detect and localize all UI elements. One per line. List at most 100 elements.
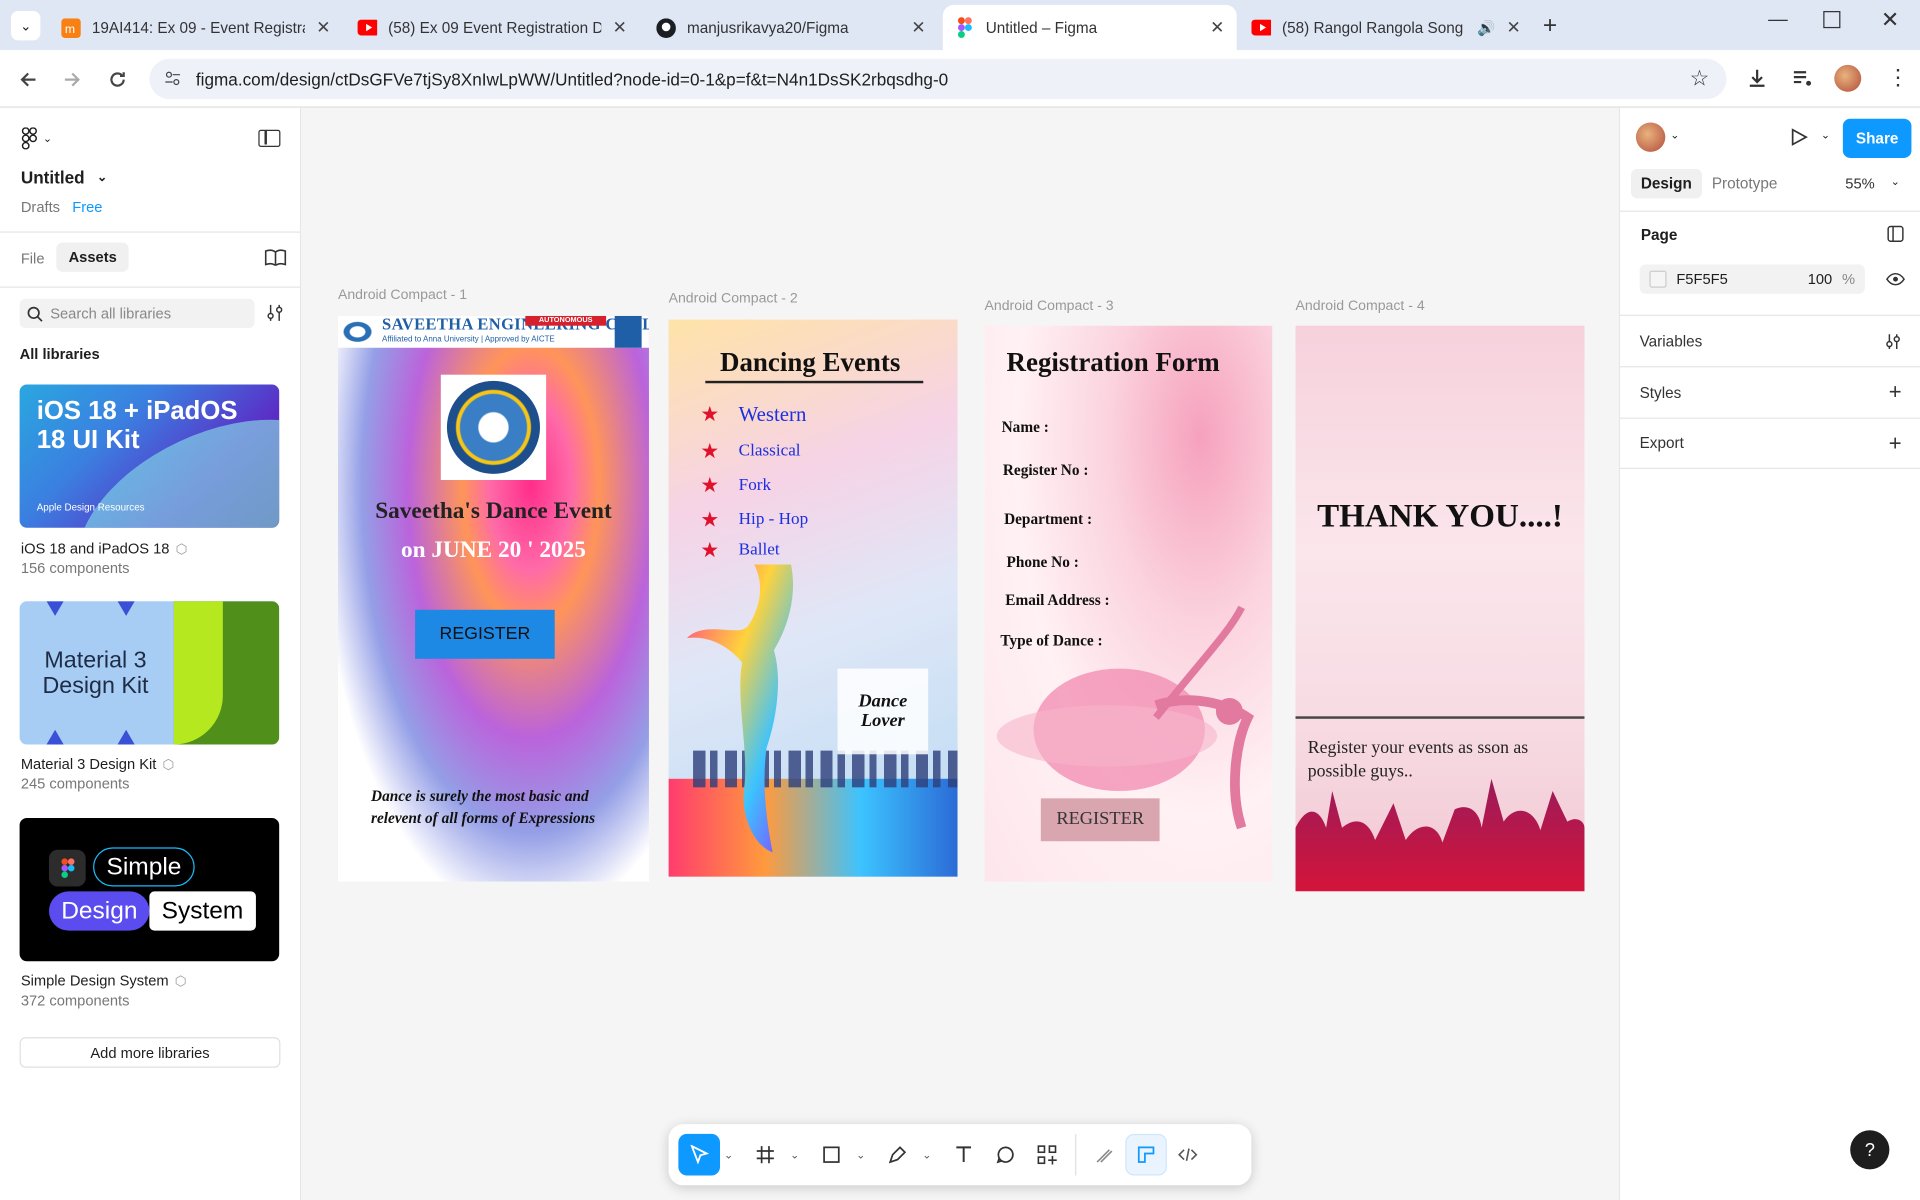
comment-tool-icon[interactable]: [984, 1134, 1026, 1176]
site-info-icon[interactable]: [164, 70, 181, 91]
close-tab-icon[interactable]: ✕: [613, 17, 627, 38]
restore-icon[interactable]: [1823, 11, 1841, 29]
main-menu-button[interactable]: ⌄: [21, 127, 52, 150]
youtube-icon: [1251, 18, 1272, 38]
page-settings-icon[interactable]: [1887, 225, 1904, 248]
svg-text:m: m: [65, 21, 75, 35]
present-play-icon[interactable]: [1789, 127, 1809, 153]
bookmark-star-icon[interactable]: ☆: [1690, 66, 1710, 92]
more-menu-icon[interactable]: ⋮: [1887, 65, 1909, 91]
user-avatar[interactable]: [1635, 122, 1666, 152]
add-export-icon[interactable]: +: [1889, 430, 1902, 456]
chevron-down-icon[interactable]: ⌄: [1891, 175, 1900, 188]
close-tab-icon[interactable]: ✕: [911, 17, 925, 38]
close-tab-icon[interactable]: ✕: [316, 17, 330, 38]
reload-icon[interactable]: [104, 66, 131, 93]
browser-tab[interactable]: (58) Rangol Rangola Song ( 🔊 ✕: [1239, 5, 1533, 50]
speaker-icon[interactable]: 🔊: [1477, 19, 1495, 36]
library-book-icon[interactable]: [264, 249, 287, 272]
help-button[interactable]: ?: [1850, 1130, 1890, 1170]
url-text: figma.com/design/ctDsGFVe7tjSy8XnIwLpWW/…: [195, 69, 949, 89]
page-color-value[interactable]: F5F5F5: [1676, 271, 1798, 288]
tab-file[interactable]: File: [21, 250, 45, 267]
draw-mode-icon[interactable]: [1084, 1134, 1126, 1176]
library-search-input[interactable]: Search all libraries: [19, 298, 255, 329]
browser-tab[interactable]: (58) Ex 09 Event Registration De ✕: [345, 5, 639, 50]
tab-search-icon[interactable]: ⌄: [11, 11, 41, 41]
browser-tab[interactable]: m 19AI414: Ex 09 - Event Registrat ✕: [49, 5, 343, 50]
page-opacity-value[interactable]: 100: [1808, 271, 1833, 288]
frame-android-compact-1[interactable]: SAVEETHA ENGINEERING COLLEGE AUTONOMOUS …: [337, 315, 649, 882]
frame-android-compact-4[interactable]: THANK YOU....! Register your events as s…: [1295, 325, 1585, 892]
frame-label[interactable]: Android Compact - 1: [338, 288, 467, 303]
library-component-icon: ⬡: [175, 541, 188, 557]
share-button[interactable]: Share: [1842, 118, 1912, 158]
page-color-field[interactable]: F5F5F5 100 %: [1639, 264, 1865, 294]
library-thumb-material[interactable]: Material 3 Design Kit: [19, 601, 280, 745]
autonomous-badge: AUTONOMOUS: [525, 315, 607, 326]
variables-section[interactable]: Variables: [1620, 314, 1920, 366]
chevron-down-icon[interactable]: ⌄: [1821, 129, 1830, 142]
heading-underline: [705, 380, 924, 383]
url-bar[interactable]: figma.com/design/ctDsGFVe7tjSy8XnIwLpWW/…: [149, 58, 1727, 100]
sidebar-toggle-icon[interactable]: [258, 129, 281, 147]
close-tab-icon[interactable]: ✕: [1506, 17, 1520, 38]
plan-badge[interactable]: Free: [72, 198, 102, 215]
library-name[interactable]: Material 3 Design Kit ⬡: [21, 756, 174, 773]
chevron-down-icon[interactable]: ⌄: [852, 1148, 869, 1161]
divider: [1620, 210, 1920, 212]
text-tool-icon[interactable]: [943, 1134, 985, 1176]
library-thumb-simple[interactable]: Simple Design System: [19, 817, 280, 962]
styles-section[interactable]: Styles +: [1620, 366, 1920, 417]
dev-mode-icon[interactable]: [1167, 1134, 1209, 1176]
color-swatch[interactable]: [1649, 270, 1667, 288]
frame-label[interactable]: Android Compact - 3: [984, 299, 1113, 314]
profile-avatar[interactable]: [1834, 64, 1862, 92]
download-icon[interactable]: [1746, 67, 1768, 95]
figma-icon: [955, 17, 975, 38]
design-canvas[interactable]: Android Compact - 1 SAVEETHA ENGINEERING…: [301, 107, 1619, 1200]
rectangle-tool-icon[interactable]: [811, 1134, 853, 1176]
tab-prototype[interactable]: Prototype: [1712, 175, 1778, 192]
design-mode-icon[interactable]: [1125, 1133, 1167, 1176]
new-tab-icon[interactable]: +: [1543, 12, 1557, 40]
library-name[interactable]: iOS 18 and iPadOS 18 ⬡: [21, 540, 188, 557]
zoom-level[interactable]: 55%: [1845, 175, 1874, 192]
minimize-icon[interactable]: —: [1768, 10, 1788, 32]
dance-quote: Dance is surely the most basic and relev…: [371, 787, 596, 827]
browser-tab[interactable]: manjusrikavya20/Figma ✕: [644, 5, 938, 50]
library-name[interactable]: Simple Design System ⬡: [21, 972, 187, 989]
register-submit-button[interactable]: REGISTER: [1040, 798, 1160, 842]
browser-tab-active[interactable]: Untitled – Figma ✕: [942, 4, 1237, 51]
frame-android-compact-2[interactable]: Dancing Events ★ Western ★ Classical ★ Fork ★ H…: [668, 319, 958, 877]
tab-assets[interactable]: Assets: [56, 242, 130, 272]
export-section[interactable]: Export +: [1620, 417, 1920, 469]
forward-icon[interactable]: [59, 66, 86, 93]
library-thumb-ios[interactable]: iOS 18 + iPadOS 18 UI Kit Apple Design R…: [19, 384, 280, 528]
chevron-down-icon[interactable]: ⌄: [918, 1148, 935, 1161]
frame-android-compact-3[interactable]: Registration Form Name : Register No : Dep…: [984, 325, 1273, 882]
frame-label[interactable]: Android Compact - 2: [669, 291, 798, 306]
drafts-link[interactable]: Drafts: [21, 198, 60, 215]
window-close-icon[interactable]: ✕: [1881, 7, 1899, 33]
frame-label[interactable]: Android Compact - 4: [1296, 299, 1425, 314]
visibility-eye-icon[interactable]: [1886, 271, 1906, 293]
chevron-down-icon[interactable]: ⌄: [786, 1148, 803, 1161]
github-icon: [656, 17, 676, 38]
media-control-icon[interactable]: [1791, 67, 1813, 95]
register-button[interactable]: REGISTER: [415, 609, 555, 659]
library-count: 372 components: [20, 991, 130, 1009]
tab-design[interactable]: Design: [1631, 168, 1702, 199]
close-tab-icon[interactable]: ✕: [1210, 17, 1224, 38]
add-more-libraries-button[interactable]: Add more libraries: [19, 1037, 281, 1068]
filter-icon[interactable]: [266, 304, 284, 328]
pen-tool-icon[interactable]: [877, 1134, 919, 1176]
back-icon[interactable]: [15, 66, 42, 93]
chevron-down-icon[interactable]: ⌄: [720, 1148, 737, 1161]
actions-tool-icon[interactable]: [1026, 1134, 1068, 1176]
chevron-down-icon[interactable]: ⌄: [1670, 129, 1679, 142]
file-name[interactable]: Untitled ⌄: [21, 168, 107, 188]
move-tool-icon[interactable]: [678, 1133, 721, 1176]
add-style-icon[interactable]: +: [1889, 380, 1902, 406]
frame-tool-icon[interactable]: [744, 1134, 786, 1176]
